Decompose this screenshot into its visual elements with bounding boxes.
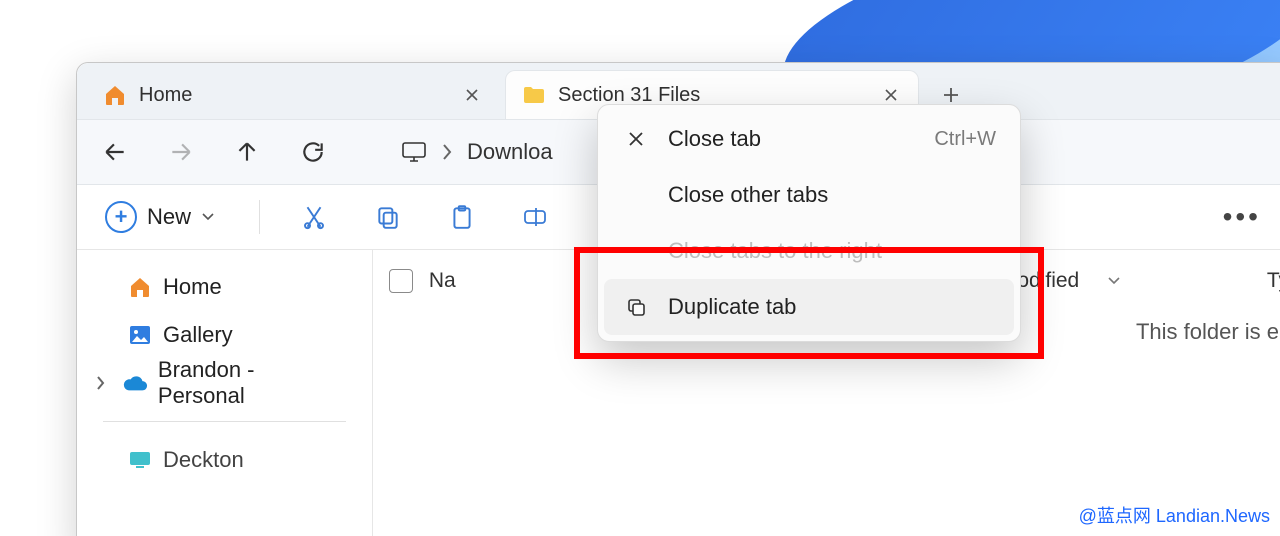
close-tab-button[interactable]	[880, 84, 902, 106]
copy-button[interactable]	[368, 197, 408, 237]
sidebar-item-gallery[interactable]: Gallery	[85, 311, 364, 359]
tab-context-menu: Close tab Ctrl+W Close other tabs Close …	[597, 104, 1021, 342]
sidebar-item-label: Home	[163, 274, 222, 300]
paste-button[interactable]	[442, 197, 482, 237]
navigation-pane: Home Gallery Brandon - Personal	[77, 249, 373, 536]
chevron-down-icon	[1107, 276, 1121, 286]
cloud-icon	[122, 370, 148, 396]
plus-icon: +	[105, 201, 137, 233]
sidebar-item-onedrive[interactable]: Brandon - Personal	[85, 359, 364, 407]
menu-item-label: Close tab	[668, 126, 761, 152]
desktop-icon	[127, 447, 153, 473]
cut-button[interactable]	[294, 197, 334, 237]
tab-label: Home	[139, 84, 192, 107]
tab-home[interactable]: Home	[87, 71, 499, 119]
select-all-checkbox[interactable]	[389, 269, 413, 293]
rename-button[interactable]	[516, 197, 556, 237]
home-icon	[103, 83, 127, 107]
sidebar-item-label: Gallery	[163, 322, 233, 348]
menu-item-label: Close tabs to the right	[668, 238, 882, 264]
sidebar-item-label: Deckton	[163, 447, 244, 473]
home-icon	[127, 274, 153, 300]
chevron-right-icon	[91, 375, 112, 391]
monitor-icon	[401, 141, 427, 163]
sidebar-item-label: Brandon - Personal	[158, 357, 338, 409]
breadcrumb-folder: Downloa	[467, 139, 553, 165]
chevron-right-icon	[441, 143, 453, 161]
more-options-button[interactable]: •••	[1223, 201, 1271, 233]
sidebar-item-home[interactable]: Home	[85, 263, 364, 311]
up-button[interactable]	[225, 130, 269, 174]
back-button[interactable]	[93, 130, 137, 174]
gallery-icon	[127, 322, 153, 348]
folder-icon	[522, 85, 546, 105]
menu-item-label: Duplicate tab	[668, 294, 796, 320]
column-type[interactable]: Ty	[1267, 269, 1280, 293]
new-button[interactable]: + New	[95, 195, 225, 239]
menu-item-label: Close other tabs	[668, 182, 828, 208]
chevron-down-icon	[201, 212, 215, 222]
close-tab-button[interactable]	[461, 84, 483, 106]
context-menu-duplicate-tab[interactable]: Duplicate tab	[604, 279, 1014, 335]
menu-item-shortcut: Ctrl+W	[934, 128, 996, 151]
divider	[259, 200, 260, 234]
sidebar-item-desktop[interactable]: Deckton	[85, 436, 364, 484]
divider	[103, 421, 346, 422]
close-icon	[622, 130, 650, 148]
context-menu-close-other-tabs[interactable]: Close other tabs	[604, 167, 1014, 223]
breadcrumb[interactable]: Downloa	[391, 139, 563, 165]
context-menu-close-tabs-right: Close tabs to the right	[604, 223, 1014, 279]
context-menu-close-tab[interactable]: Close tab Ctrl+W	[604, 111, 1014, 167]
duplicate-icon	[622, 297, 650, 317]
refresh-button[interactable]	[291, 130, 335, 174]
forward-button[interactable]	[159, 130, 203, 174]
empty-folder-text: This folder is e	[1136, 319, 1279, 345]
watermark-text: @蓝点网 Landian.News	[1079, 502, 1270, 528]
new-button-label: New	[147, 204, 191, 230]
